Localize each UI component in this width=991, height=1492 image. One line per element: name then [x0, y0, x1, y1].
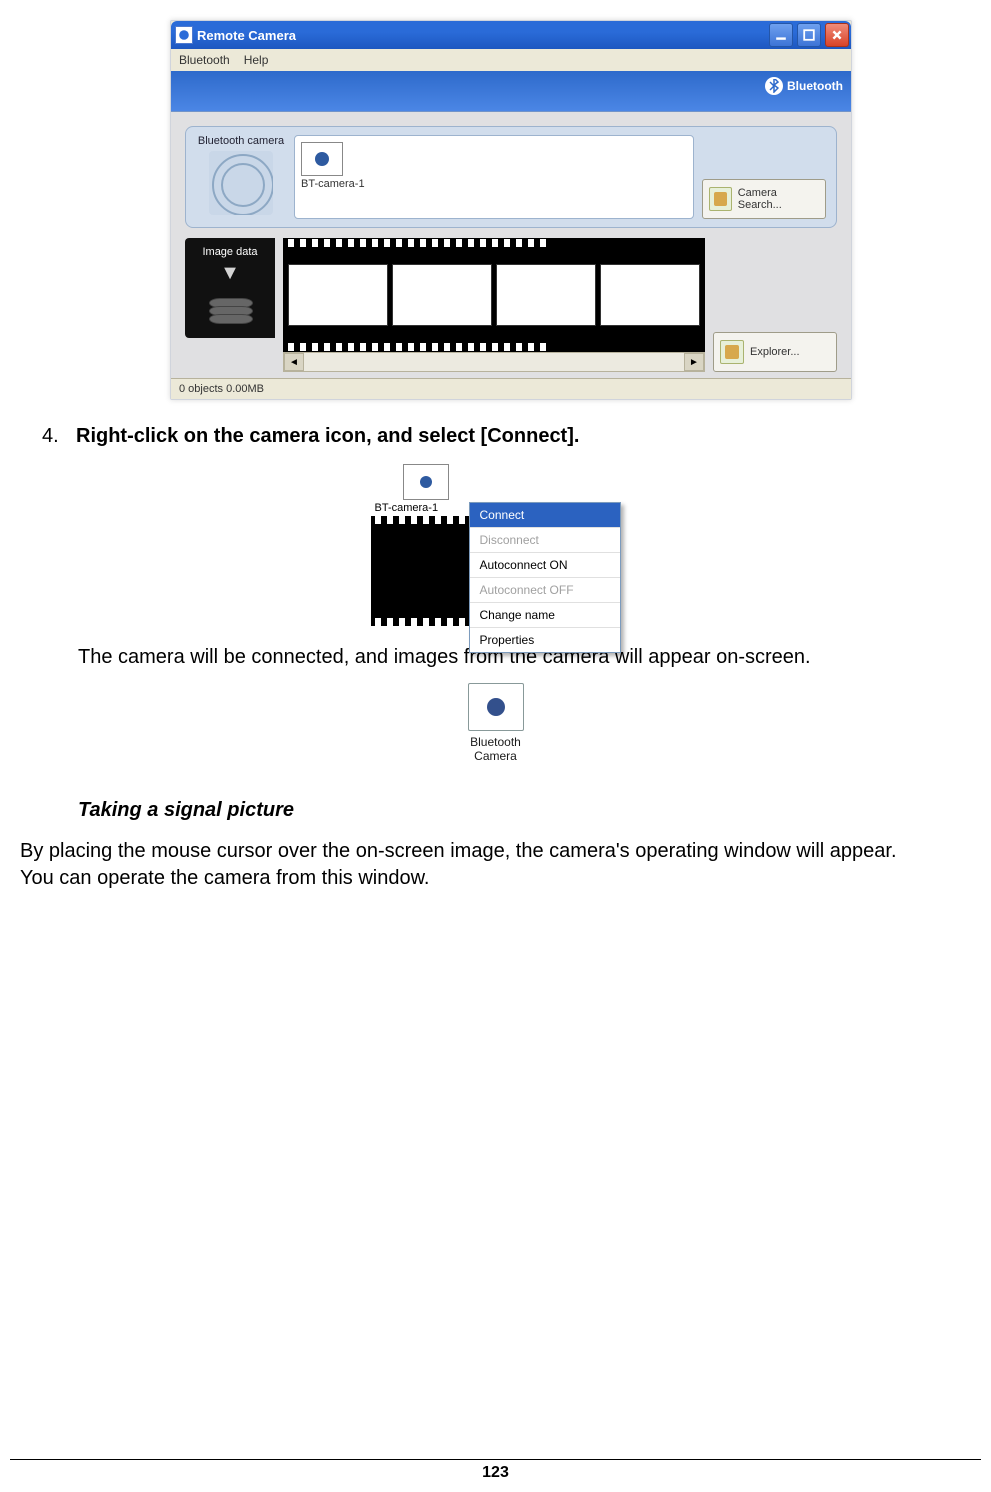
camera-list: BT-camera-1: [294, 135, 694, 219]
camera-label: BT-camera-1: [301, 178, 365, 190]
search-icon: [709, 187, 732, 211]
down-arrow-icon: ▼: [185, 262, 275, 285]
empty-frame: [496, 264, 596, 326]
desktop-icon-label-2: Camera: [446, 749, 546, 763]
explorer-label: Explorer...: [750, 346, 800, 358]
bluetooth-brand-text: Bluetooth: [787, 79, 843, 93]
filmstrip: [283, 238, 705, 352]
menu-bluetooth[interactable]: Bluetooth: [179, 53, 230, 67]
brand-stripe: Bluetooth: [171, 71, 851, 112]
menu-item-change-name[interactable]: Change name: [470, 603, 620, 628]
camera-icon[interactable]: [403, 464, 449, 500]
context-menu: Connect Disconnect Autoconnect ON Autoco…: [469, 502, 621, 653]
camera-search-button[interactable]: Camera Search...: [702, 179, 826, 219]
folder-icon: [720, 340, 744, 364]
scroll-right-icon[interactable]: ►: [684, 353, 704, 371]
bluetooth-icon: [765, 77, 783, 95]
menu-help[interactable]: Help: [244, 53, 269, 67]
paragraph-1: By placing the mouse cursor over the on-…: [20, 838, 981, 865]
footer-rule: [10, 1459, 981, 1460]
minimize-button[interactable]: [769, 23, 793, 47]
empty-frame: [392, 264, 492, 326]
camera-panel: Bluetooth camera BT-camera-1 Camera Sear…: [185, 126, 837, 228]
image-data-label: Image data: [202, 246, 257, 258]
step-text: Right-click on the camera icon, and sele…: [76, 425, 579, 448]
image-data-tab[interactable]: Image data ▼: [185, 238, 275, 338]
menu-item-autoconnect-off: Autoconnect OFF: [470, 578, 620, 603]
paragraph-2: You can operate the camera from this win…: [20, 865, 981, 892]
empty-frame: [600, 264, 700, 326]
bluetooth-camera-icon[interactable]: [468, 683, 524, 731]
empty-frame: [288, 264, 388, 326]
window-titlebar[interactable]: Remote Camera: [171, 21, 851, 49]
desktop-icon-label-1: Bluetooth: [446, 735, 546, 749]
explorer-button[interactable]: Explorer...: [713, 332, 837, 372]
filmstrip-panel: Image data ▼ ◄ ►: [185, 238, 837, 372]
close-button[interactable]: [825, 23, 849, 47]
maximize-button[interactable]: [797, 23, 821, 47]
scroll-left-icon[interactable]: ◄: [284, 353, 304, 371]
signal-icon: [209, 151, 273, 215]
app-icon: [175, 26, 193, 44]
remote-camera-window: Remote Camera Bluetooth Help Bluetooth: [170, 20, 852, 400]
window-title: Remote Camera: [197, 28, 296, 43]
desktop-icon-figure: Bluetooth Camera: [446, 683, 546, 763]
bluetooth-camera-tab[interactable]: Bluetooth camera: [198, 135, 284, 147]
camera-search-label: Camera Search...: [738, 187, 819, 211]
filmstrip-scrollbar[interactable]: ◄ ►: [283, 352, 705, 372]
page-number: 123: [10, 1464, 981, 1482]
menu-item-connect[interactable]: Connect: [470, 503, 620, 528]
camera-icon[interactable]: [301, 142, 343, 176]
menubar: Bluetooth Help: [171, 49, 851, 71]
bluetooth-badge: Bluetooth: [765, 77, 843, 95]
context-menu-figure: BT-camera-1 Connect Disconnect Autoconne…: [371, 464, 621, 626]
subheading: Taking a signal picture: [78, 799, 981, 822]
statusbar: 0 objects 0.00MB: [171, 378, 851, 399]
menu-item-autoconnect-on[interactable]: Autoconnect ON: [470, 553, 620, 578]
disk-stack-icon: [209, 300, 253, 330]
step-number: 4.: [42, 425, 76, 448]
menu-item-disconnect: Disconnect: [470, 528, 620, 553]
menu-item-properties[interactable]: Properties: [470, 628, 620, 652]
